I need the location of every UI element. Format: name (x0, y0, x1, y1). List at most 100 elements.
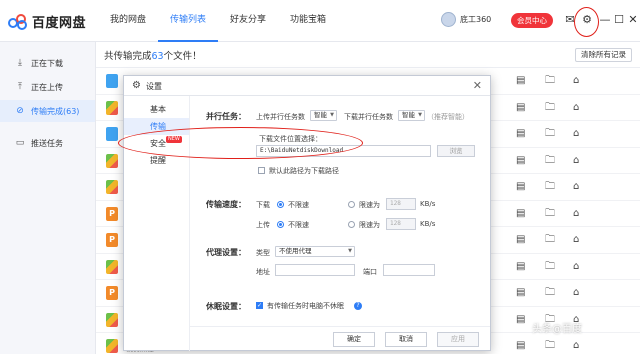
main-header: 共传输完成63个文件！ 清除所有记录 (96, 42, 640, 68)
upload-limited-radio[interactable] (348, 221, 355, 228)
sidebar-item-downloading[interactable]: ⤓ 正在下载 (0, 52, 95, 74)
file-details-icon[interactable]: ▤ (516, 234, 525, 246)
open-folder-icon[interactable]: 🗀 (545, 128, 555, 140)
apply-button[interactable]: 应用 (437, 332, 479, 347)
file-details-icon[interactable]: ▤ (516, 128, 525, 140)
clear-record-icon[interactable]: ⌂ (573, 340, 579, 352)
close-icon[interactable]: ✕ (473, 79, 482, 92)
sidebar-item-label: 传输完成(63) (31, 106, 80, 116)
clear-record-icon[interactable]: ⌂ (573, 234, 579, 246)
clear-record-icon[interactable]: ⌂ (573, 75, 579, 87)
file-details-icon[interactable]: ▤ (516, 261, 525, 273)
chevron-down-icon: ▼ (418, 112, 422, 118)
nav-friend-share[interactable]: 好友分享 (218, 0, 278, 42)
ok-button[interactable]: 确定 (333, 332, 375, 347)
zip-file-icon (106, 100, 118, 115)
transfer-summary: 共传输完成63个文件！ (104, 51, 202, 62)
sidebar-item-label: 正在上传 (31, 82, 63, 92)
sidebar-item-completed[interactable]: ⊘ 传输完成(63) (0, 100, 95, 122)
nav-transfer-list[interactable]: 传输列表 (158, 0, 219, 42)
proxy-port-input[interactable] (383, 264, 435, 276)
upload-unlimited-radio[interactable] (277, 221, 284, 228)
tab-basic[interactable]: 基本 (124, 101, 189, 118)
open-folder-icon[interactable]: 🗀 (545, 102, 555, 114)
clear-record-icon[interactable]: ⌂ (573, 128, 579, 140)
nav-my-disk[interactable]: 我的网盘 (98, 0, 158, 42)
minimize-icon[interactable]: — (598, 13, 612, 27)
help-icon[interactable]: ? (354, 302, 362, 310)
clear-record-icon[interactable]: ⌂ (573, 208, 579, 220)
open-folder-icon[interactable]: 🗀 (545, 234, 555, 246)
app-window: 百度网盘 我的网盘 传输列表 好友分享 功能宝箱 底工360 会员中心 ✉ ⚙ … (0, 0, 640, 354)
open-folder-icon[interactable]: 🗀 (545, 340, 555, 352)
download-parallel-select[interactable]: 智能 ▼ (398, 110, 425, 121)
username[interactable]: 底工360 (460, 14, 491, 25)
cancel-button[interactable]: 取消 (385, 332, 427, 347)
zip-file-icon (106, 312, 118, 327)
settings-dialog: ⚙ 设置 ✕ 基本 传输 安全 NEW 提醒 并行任务： 上传并行任务数 智能 ▼ … (123, 75, 491, 351)
download-limited-radio[interactable] (348, 201, 355, 208)
clear-record-icon[interactable]: ⌂ (573, 287, 579, 299)
upload-speed-text: 上传 (256, 221, 270, 229)
gear-icon: ⚙ (132, 80, 141, 91)
clear-records-button[interactable]: 清除所有记录 (575, 48, 632, 62)
file-details-icon[interactable]: ▤ (516, 287, 525, 299)
zip-file-icon (106, 153, 118, 168)
nav-toolbox[interactable]: 功能宝箱 (278, 0, 338, 42)
download-limit-input[interactable]: 128 (386, 198, 416, 210)
main-nav: 我的网盘 传输列表 好友分享 功能宝箱 (98, 0, 338, 42)
watermark: 头条@百度 (532, 324, 582, 335)
user-info[interactable]: 底工360 (441, 12, 491, 27)
close-icon[interactable]: ✕ (626, 13, 640, 27)
sleep-label: 休眠设置： (206, 302, 246, 311)
file-details-icon[interactable]: ▤ (516, 155, 525, 167)
zip-file-icon (106, 259, 118, 274)
parallel-label: 并行任务： (206, 112, 246, 121)
gear-highlight-circle (574, 7, 599, 37)
download-limited-label: 限速为 (359, 201, 380, 209)
open-folder-icon[interactable]: 🗀 (545, 75, 555, 87)
file-details-icon[interactable]: ▤ (516, 102, 525, 114)
clear-record-icon[interactable]: ⌂ (573, 261, 579, 273)
clear-record-icon[interactable]: ⌂ (573, 181, 579, 193)
chevron-down-icon: ▼ (330, 112, 334, 118)
parallel-hint: （推荐智能） (427, 113, 469, 121)
zip-file-icon (106, 180, 118, 194)
open-folder-icon[interactable]: 🗀 (545, 261, 555, 273)
download-unit: KB/s (420, 200, 436, 208)
file-details-icon[interactable]: ▤ (516, 208, 525, 220)
clear-record-icon[interactable]: ⌂ (573, 155, 579, 167)
download-parallel-text: 下载并行任务数 (344, 113, 393, 121)
open-folder-icon[interactable]: 🗀 (545, 287, 555, 299)
proxy-type-select[interactable]: 不使用代理 ▼ (275, 246, 355, 257)
sidebar: ⤓ 正在下载 ⤒ 正在上传 ⊘ 传输完成(63) ▭ 推送任务 (0, 42, 96, 354)
cloud-logo-icon (8, 13, 28, 30)
maximize-icon[interactable]: ☐ (612, 13, 626, 27)
open-folder-icon[interactable]: 🗀 (545, 155, 555, 167)
vip-center-button[interactable]: 会员中心 (511, 13, 553, 28)
upload-parallel-select[interactable]: 智能 ▼ (310, 110, 337, 121)
avatar[interactable] (441, 12, 456, 27)
open-folder-icon[interactable]: 🗀 (545, 208, 555, 220)
file-details-icon[interactable]: ▤ (516, 314, 525, 326)
file-details-icon[interactable]: ▤ (516, 181, 525, 193)
download-unlimited-radio[interactable] (277, 201, 284, 208)
clear-record-icon[interactable]: ⌂ (573, 102, 579, 114)
file-details-icon[interactable]: ▤ (516, 340, 525, 352)
file-details-icon[interactable]: ▤ (516, 75, 525, 87)
upload-limit-input[interactable]: 128 (386, 218, 416, 230)
zip-file-icon (106, 339, 118, 353)
sidebar-item-label: 推送任务 (31, 138, 63, 148)
sidebar-item-uploading[interactable]: ⤒ 正在上传 (0, 76, 95, 98)
apk-file-icon (106, 74, 118, 88)
browse-button[interactable]: 浏览 (437, 145, 475, 157)
ppt-file-icon: P (106, 206, 118, 221)
download-speed-text: 下载 (256, 201, 270, 209)
sidebar-item-push[interactable]: ▭ 推送任务 (0, 132, 95, 154)
upload-unit: KB/s (420, 220, 436, 228)
proxy-address-input[interactable] (275, 264, 355, 276)
no-sleep-checkbox[interactable]: ✓ (256, 302, 263, 309)
default-path-checkbox[interactable] (258, 167, 265, 174)
open-folder-icon[interactable]: 🗀 (545, 181, 555, 193)
ppt-file-icon: P (106, 286, 118, 300)
